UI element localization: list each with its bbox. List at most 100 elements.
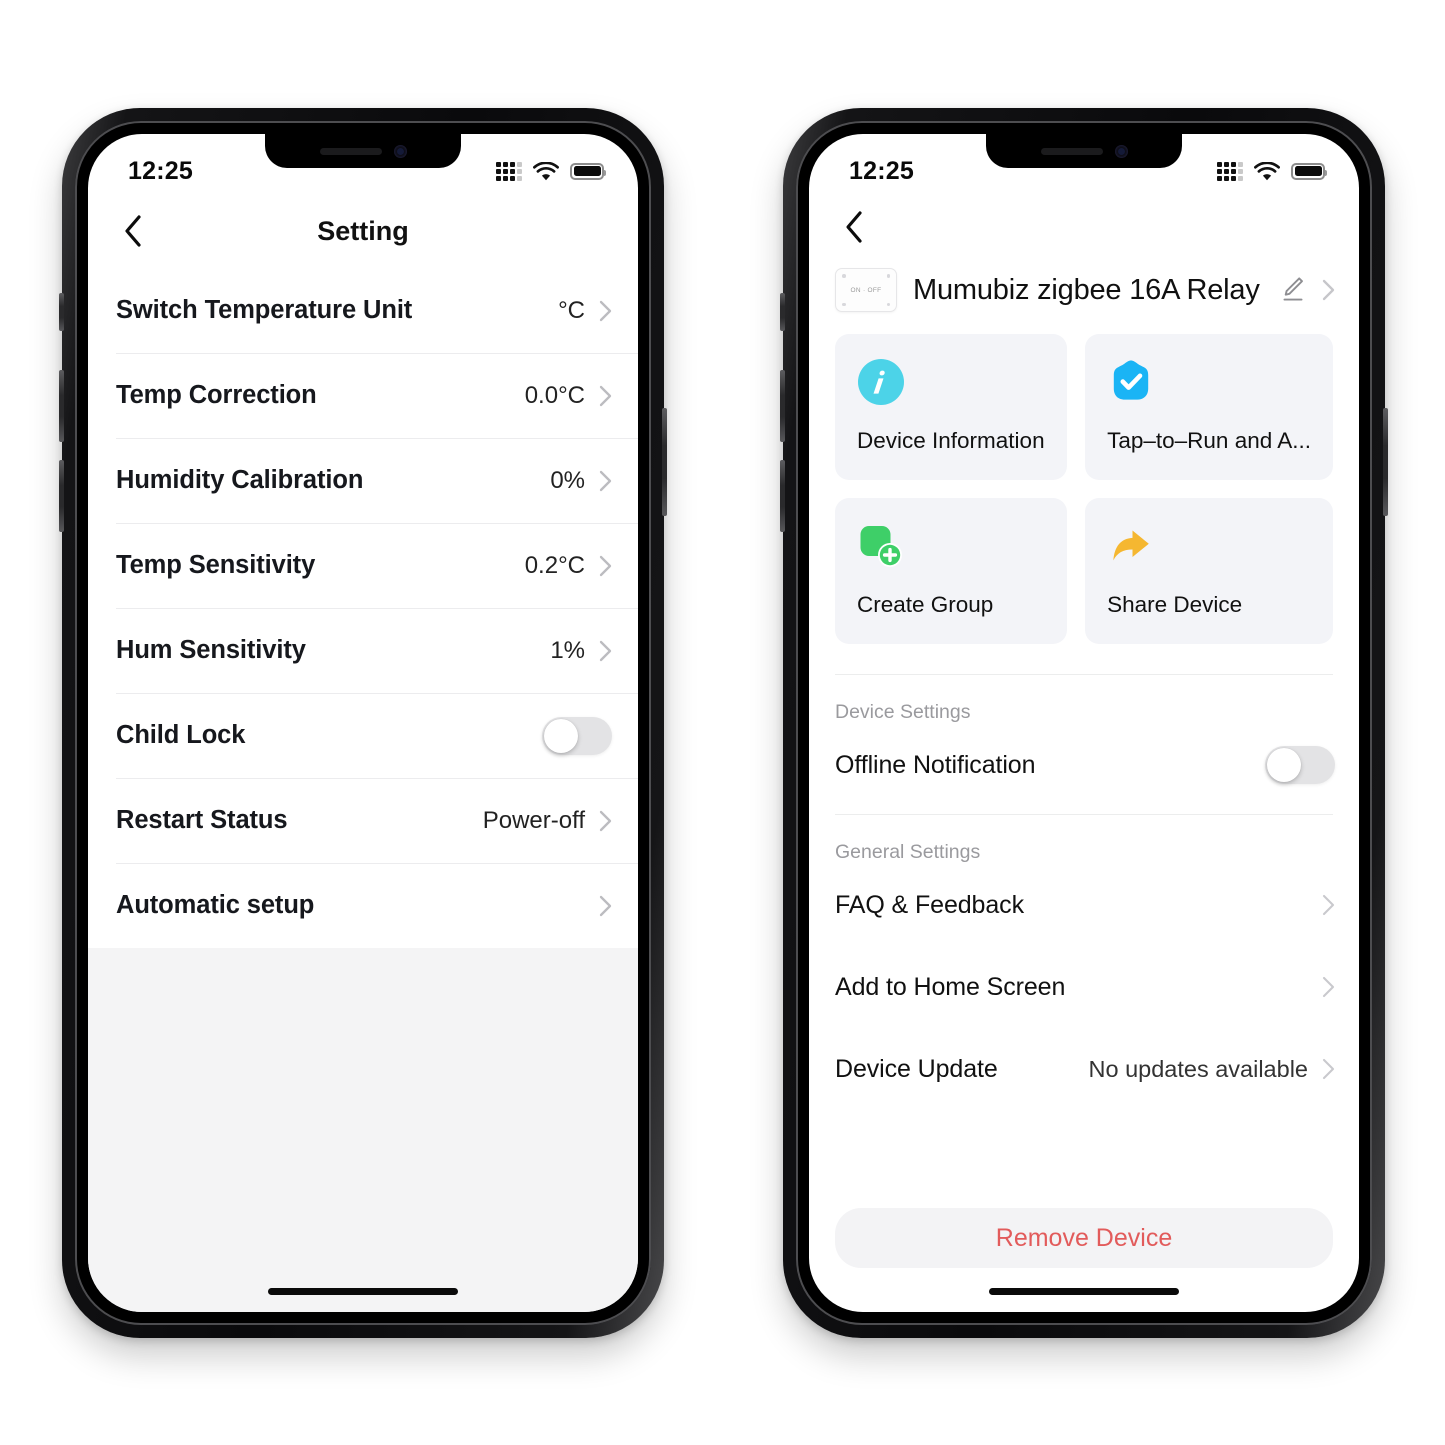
card-device-information[interactable]: Device Information <box>835 334 1068 480</box>
device-thumbnail-label: ON · OFF <box>850 286 882 294</box>
earpiece-speaker-icon <box>1040 147 1103 155</box>
row-label: Humidity Calibration <box>116 466 364 494</box>
card-label: Create Group <box>857 592 994 617</box>
home-indicator[interactable] <box>268 1288 458 1295</box>
row-value: 0% <box>550 466 585 494</box>
volume-up-button[interactable] <box>59 370 64 442</box>
card-label: Tap–to–Run and A... <box>1107 428 1311 453</box>
row-value: No updates available <box>1088 1055 1309 1082</box>
remove-device-button[interactable]: Remove Device <box>835 1208 1333 1268</box>
child-lock-toggle[interactable] <box>542 716 612 755</box>
pencil-icon[interactable] <box>1280 275 1306 305</box>
info-circle-icon <box>858 359 904 405</box>
phone-left: 12:25 Setting Switch Temperature Unit °C… <box>59 108 667 1338</box>
shield-check-icon <box>1113 360 1149 400</box>
row-label: Add to Home Screen <box>835 972 1066 1001</box>
chevron-right-icon <box>599 385 612 406</box>
chevron-right-icon <box>1322 894 1335 916</box>
front-camera-icon <box>393 144 407 158</box>
chevron-right-icon <box>599 470 612 491</box>
list-empty-area <box>88 948 638 1312</box>
phone-left-bezel: 12:25 Setting Switch Temperature Unit °C… <box>75 121 651 1325</box>
nav-bar-right <box>809 194 1359 260</box>
chevron-right-icon <box>599 300 612 321</box>
card-share-device[interactable]: Share Device <box>1085 498 1333 644</box>
chevron-right-icon[interactable] <box>1322 279 1335 301</box>
row-label: Device Update <box>835 1054 998 1083</box>
status-icons <box>1217 161 1327 181</box>
earpiece-speaker-icon <box>319 147 382 155</box>
status-time: 12:25 <box>849 156 914 185</box>
row-label: Temp Sensitivity <box>116 551 316 579</box>
toggle-knob <box>1267 748 1301 782</box>
phone-right-screen: 12:25 ON · OFF Mumubiz zigbee 16A Relay … <box>809 134 1359 1312</box>
power-button[interactable] <box>1383 408 1388 516</box>
chevron-right-icon <box>599 640 612 661</box>
home-indicator[interactable] <box>989 1288 1179 1295</box>
offline-notification-toggle[interactable] <box>1265 746 1335 784</box>
row-accessory: 0.2°C <box>525 552 612 580</box>
volume-down-button[interactable] <box>59 460 64 532</box>
row-accessory <box>542 716 612 755</box>
share-arrow-icon <box>1113 530 1149 561</box>
list-item-faq-and-feedback[interactable]: FAQ & Feedback <box>809 864 1359 946</box>
row-label: Temp Correction <box>116 381 317 409</box>
row-accessory <box>599 895 612 917</box>
mute-switch[interactable] <box>780 293 785 331</box>
chevron-right-icon <box>599 895 612 916</box>
chevron-right-icon <box>1322 1058 1335 1080</box>
screenshot-canvas: 12:25 Setting Switch Temperature Unit °C… <box>0 0 1445 1445</box>
list-item-add-to-home-screen[interactable]: Add to Home Screen <box>809 946 1359 1028</box>
action-cards-grid: Device Information Tap–to–Run and A... C… <box>809 334 1359 644</box>
notch <box>265 134 461 168</box>
list-item-restart-status[interactable]: Restart Status Power-off <box>88 778 638 863</box>
battery-full-icon <box>1291 162 1327 180</box>
phone-left-screen: 12:25 Setting Switch Temperature Unit °C… <box>88 134 638 1312</box>
volume-down-button[interactable] <box>780 460 785 532</box>
row-accessory: °C <box>558 297 612 325</box>
settings-list: Switch Temperature Unit °C Temp Correcti… <box>88 268 638 948</box>
list-item-humidity-calibration[interactable]: Humidity Calibration 0% <box>88 438 638 523</box>
row-accessory <box>1265 746 1335 784</box>
remove-device-label: Remove Device <box>995 1223 1173 1252</box>
nav-bar-left: Setting <box>88 194 638 268</box>
list-item-automatic-setup[interactable]: Automatic setup <box>88 863 638 948</box>
cellular-dots-icon <box>1217 161 1243 181</box>
row-label: Switch Temperature Unit <box>116 296 413 324</box>
left-screen-body: Setting Switch Temperature Unit °C Temp … <box>88 134 638 1312</box>
list-item-hum-sensitivity[interactable]: Hum Sensitivity 1% <box>88 608 638 693</box>
card-tap-to-run-and-automation[interactable]: Tap–to–Run and A... <box>1085 334 1333 480</box>
list-item-temp-correction[interactable]: Temp Correction 0.0°C <box>88 353 638 438</box>
card-create-group[interactable]: Create Group <box>835 498 1068 644</box>
device-header[interactable]: ON · OFF Mumubiz zigbee 16A Relay <box>809 260 1359 334</box>
list-item-switch-temperature-unit[interactable]: Switch Temperature Unit °C <box>88 268 638 353</box>
toggle-knob <box>544 718 578 753</box>
power-button[interactable] <box>662 408 667 516</box>
list-item-child-lock[interactable]: Child Lock <box>88 693 638 778</box>
phone-right-bezel: 12:25 ON · OFF Mumubiz zigbee 16A Relay … <box>796 121 1372 1325</box>
row-value: 0.2°C <box>524 551 585 579</box>
device-header-actions <box>1280 275 1335 305</box>
device-name: Mumubiz zigbee 16A Relay <box>913 273 1260 306</box>
chevron-left-icon <box>125 215 141 247</box>
back-button[interactable] <box>116 214 150 248</box>
chevron-right-icon <box>1322 976 1335 998</box>
list-item-offline-notification[interactable]: Offline Notification <box>809 724 1359 806</box>
list-item-temp-sensitivity[interactable]: Temp Sensitivity 0.2°C <box>88 523 638 608</box>
back-button[interactable] <box>837 210 871 244</box>
mute-switch[interactable] <box>59 293 64 331</box>
group-plus-icon <box>860 526 902 567</box>
battery-full-icon <box>570 162 606 180</box>
chevron-left-icon <box>846 211 862 243</box>
chevron-right-icon <box>599 810 612 831</box>
list-item-device-update[interactable]: Device Update No updates available <box>809 1028 1359 1110</box>
chevron-right-icon <box>599 555 612 576</box>
remove-device-area: Remove Device <box>809 1208 1359 1312</box>
row-accessory: 1% <box>550 637 612 665</box>
status-time: 12:25 <box>128 156 193 185</box>
row-value: °C <box>558 296 585 324</box>
cellular-dots-icon <box>496 161 522 181</box>
volume-up-button[interactable] <box>780 370 785 442</box>
row-accessory: No updates available <box>1089 1056 1336 1083</box>
row-label: Automatic setup <box>116 891 315 919</box>
